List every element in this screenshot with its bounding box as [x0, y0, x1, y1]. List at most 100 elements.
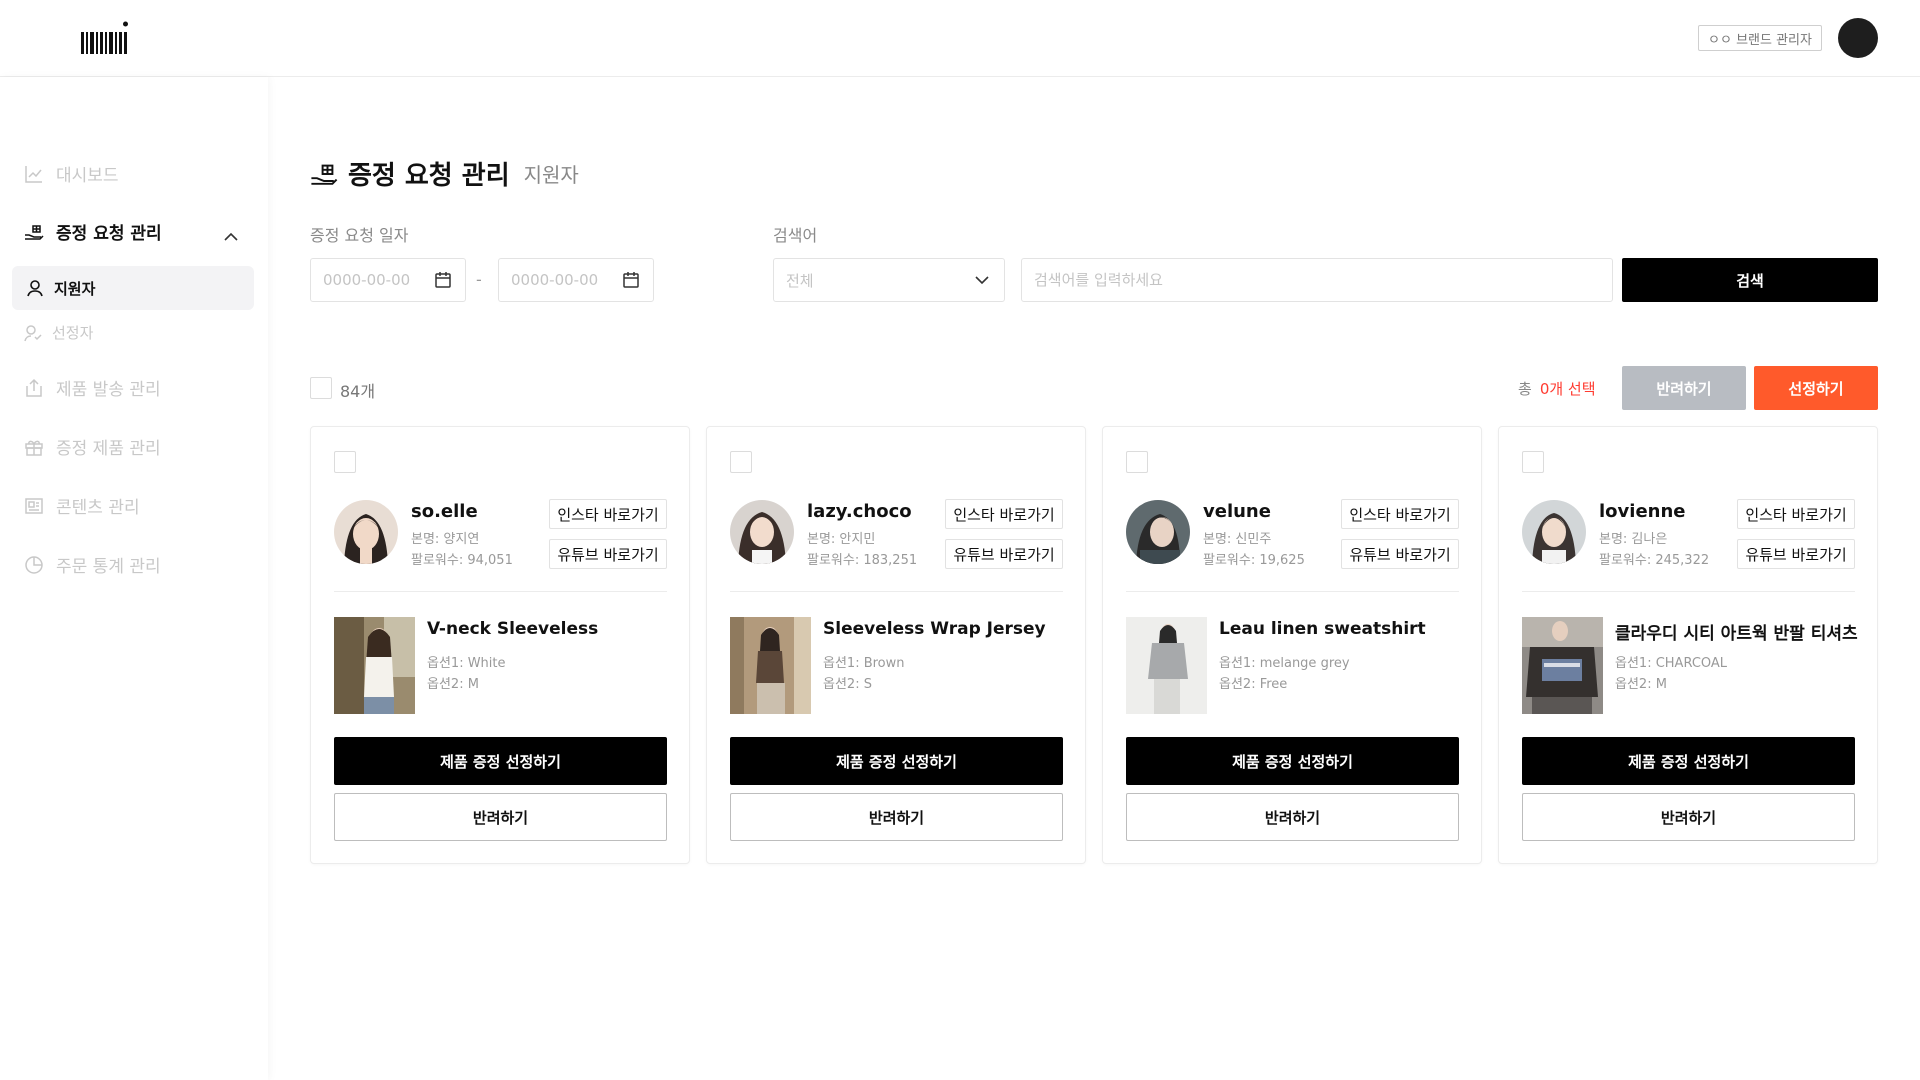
follower-count: 팔로워수: 94,051	[411, 553, 513, 568]
applicant-card: so.elle 본명: 양지연 팔로워수: 94,051 인스타 바로가기 유튜…	[310, 426, 690, 864]
avatar	[1522, 500, 1586, 564]
influencer-name: 본명: 안지민	[807, 532, 876, 547]
select-gift-button[interactable]: 제품 증정 선정하기	[1522, 737, 1855, 785]
calendar-icon[interactable]	[621, 270, 641, 290]
instagram-link-button[interactable]: 인스타 바로가기	[1341, 499, 1459, 529]
card-checkbox[interactable]	[1126, 451, 1148, 473]
chevron-up-icon[interactable]	[221, 227, 241, 247]
select-gift-button[interactable]: 제품 증정 선정하기	[730, 737, 1063, 785]
youtube-link-button[interactable]: 유튜브 바로가기	[1341, 539, 1459, 569]
product-name: Leau linen sweatshirt	[1219, 619, 1426, 639]
page-title-row: 증정 요청 관리 지원자	[310, 155, 579, 192]
product-option-2: 옵션2: Free	[1219, 677, 1288, 692]
influencer-handle: lazy.choco	[807, 501, 912, 522]
chevron-down-icon	[975, 276, 989, 285]
youtube-link-button[interactable]: 유튜브 바로가기	[549, 539, 667, 569]
start-date-placeholder: 0000-00-00	[323, 271, 411, 289]
select-gift-button[interactable]: 제품 증정 선정하기	[334, 737, 667, 785]
barcode-logo-icon[interactable]	[81, 20, 129, 56]
stats-icon	[25, 555, 43, 574]
user-check-icon	[24, 324, 42, 341]
bulk-select-button[interactable]: 선정하기	[1754, 366, 1878, 410]
influencer-handle: lovienne	[1599, 501, 1686, 522]
reject-button[interactable]: 반려하기	[334, 793, 667, 841]
sidebar-item-gift-products[interactable]: 증정 제품 관리	[24, 434, 161, 459]
sidebar-item-gift-requests[interactable]: 증정 요청 관리	[24, 219, 162, 244]
product-option-1: 옵션1: CHARCOAL	[1615, 656, 1728, 671]
follower-count: 팔로워수: 245,322	[1599, 553, 1710, 568]
card-checkbox[interactable]	[1522, 451, 1544, 473]
product-name: Sleeveless Wrap Jersey	[823, 619, 1046, 639]
instagram-link-button[interactable]: 인스타 바로가기	[945, 499, 1063, 529]
gift-box-icon	[25, 440, 43, 456]
user-icon	[27, 280, 43, 297]
product-option-2: 옵션2: S	[823, 677, 872, 692]
sidebar-item-label: 콘텐츠 관리	[56, 498, 140, 518]
sidebar-item-label: 대시보드	[56, 166, 119, 186]
youtube-link-button[interactable]: 유튜브 바로가기	[1737, 539, 1855, 569]
reject-button[interactable]: 반려하기	[1126, 793, 1459, 841]
instagram-link-button[interactable]: 인스타 바로가기	[1737, 499, 1855, 529]
card-checkbox[interactable]	[730, 451, 752, 473]
sidebar-item-order-stats[interactable]: 주문 통계 관리	[24, 552, 161, 577]
sidebar-item-label: 제품 발송 관리	[56, 380, 161, 400]
product-image	[730, 617, 811, 714]
reject-button[interactable]: 반려하기	[1522, 793, 1855, 841]
search-input[interactable]	[1021, 258, 1613, 302]
search-type-select[interactable]: 전체	[773, 258, 1005, 302]
box-upload-icon	[26, 378, 42, 397]
product-name: V-neck Sleeveless	[427, 619, 599, 639]
sidebar-item-label: 증정 제품 관리	[56, 439, 161, 459]
page-title: 증정 요청 관리	[348, 161, 510, 191]
product-option-1: 옵션1: Brown	[823, 656, 905, 671]
sidebar-subitem-label: 지원자	[54, 279, 96, 298]
selected-info: 총 0개 선택	[1518, 378, 1596, 399]
profile-avatar[interactable]	[1838, 18, 1878, 58]
instagram-link-button[interactable]: 인스타 바로가기	[549, 499, 667, 529]
select-all-checkbox[interactable]	[310, 377, 332, 399]
start-date-field[interactable]: 0000-00-00	[310, 258, 466, 302]
youtube-link-button[interactable]: 유튜브 바로가기	[945, 539, 1063, 569]
card-checkbox[interactable]	[334, 451, 356, 473]
sidebar-subitem-applicants[interactable]: 지원자	[12, 266, 254, 310]
calendar-icon[interactable]	[433, 270, 453, 290]
brand-admin-badge[interactable]: ㅇㅇ 브랜드 관리자	[1698, 25, 1822, 51]
card-divider	[730, 591, 1063, 592]
applicant-card: velune 본명: 신민주 팔로워수: 19,625 인스타 바로가기 유튜브…	[1102, 426, 1482, 864]
product-option-2: 옵션2: M	[427, 677, 479, 692]
gift-hand-icon	[25, 224, 44, 240]
end-date-placeholder: 0000-00-00	[511, 271, 599, 289]
gift-hand-icon	[311, 164, 338, 185]
select-gift-button[interactable]: 제품 증정 선정하기	[1126, 737, 1459, 785]
card-divider	[1126, 591, 1459, 592]
sidebar-item-label: 주문 통계 관리	[56, 557, 161, 577]
influencer-name: 본명: 신민주	[1203, 532, 1272, 547]
sidebar-item-shipping[interactable]: 제품 발송 관리	[24, 375, 161, 400]
product-image	[334, 617, 415, 714]
total-prefix: 총	[1518, 380, 1532, 398]
card-divider	[1522, 591, 1855, 592]
sidebar-item-content[interactable]: 콘텐츠 관리	[24, 493, 140, 518]
follower-count: 팔로워수: 183,251	[807, 553, 918, 568]
applicant-card: lovienne 본명: 김나은 팔로워수: 245,322 인스타 바로가기 …	[1498, 426, 1878, 864]
product-option-1: 옵션1: White	[427, 656, 506, 671]
reject-button[interactable]: 반려하기	[730, 793, 1063, 841]
search-button[interactable]: 검색	[1622, 258, 1878, 302]
sidebar-item-dashboard[interactable]: 대시보드	[24, 161, 119, 186]
influencer-name: 본명: 김나은	[1599, 532, 1668, 547]
avatar	[334, 500, 398, 564]
card-divider	[334, 591, 667, 592]
sidebar-subitem-selected[interactable]: 선정자	[24, 322, 93, 343]
applicant-count: 84개	[340, 382, 376, 401]
influencer-handle: so.elle	[411, 501, 478, 522]
sidebar: 대시보드 증정 요청 관리 지원자 선정자 제품 발송 관리 증정 제품 관리 …	[0, 77, 268, 1080]
follower-count: 팔로워수: 19,625	[1203, 553, 1305, 568]
product-option-1: 옵션1: melange grey	[1219, 656, 1350, 671]
influencer-handle: velune	[1203, 501, 1271, 522]
date-filter-label: 증정 요청 일자	[310, 226, 409, 245]
product-image	[1522, 617, 1603, 714]
bulk-reject-button[interactable]: 반려하기	[1622, 366, 1746, 410]
end-date-field[interactable]: 0000-00-00	[498, 258, 654, 302]
product-option-2: 옵션2: M	[1615, 677, 1667, 692]
product-image	[1126, 617, 1207, 714]
